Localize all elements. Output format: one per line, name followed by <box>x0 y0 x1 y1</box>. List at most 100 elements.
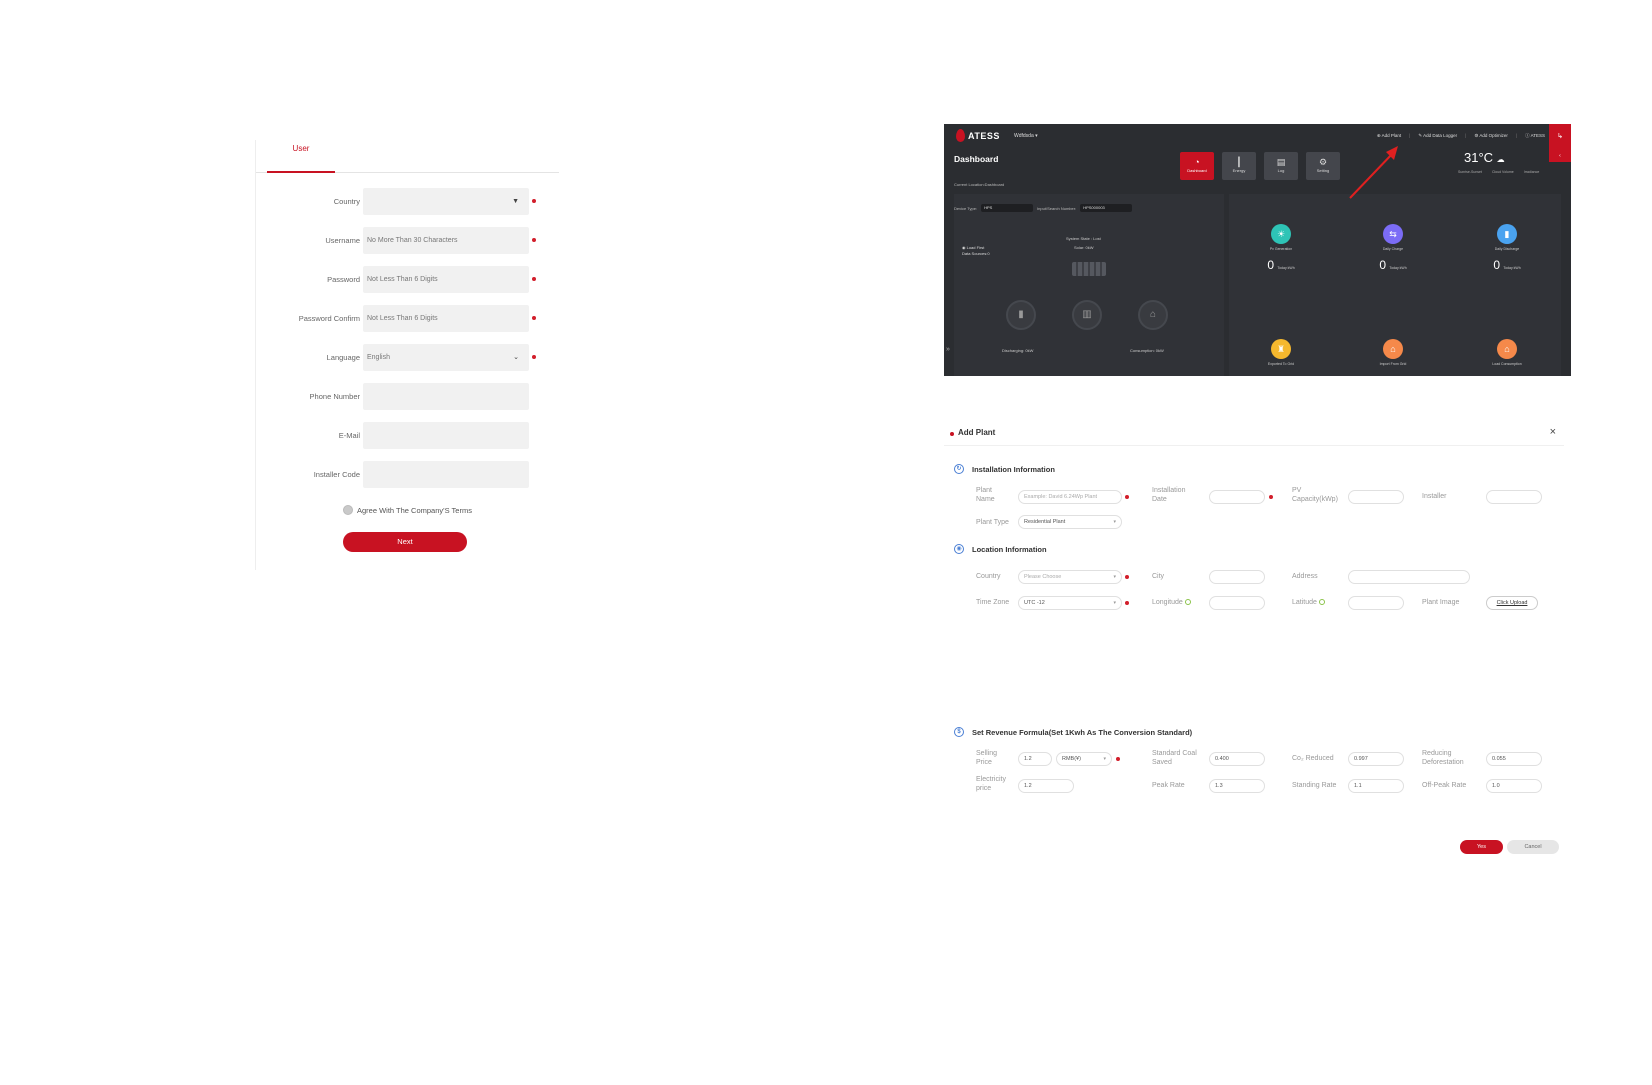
add-data-logger-link[interactable]: ✎ Add Data Logger <box>1418 133 1457 139</box>
plant-type-select[interactable]: Residential Plant ▾ <box>1018 515 1122 529</box>
top-bar: ATESS Wdfdsda ▾ ⊕ Add Plant | ✎ Add Data… <box>944 124 1571 162</box>
close-icon[interactable]: × <box>1550 426 1556 438</box>
password-row: Password Not Less Than 6 Digits <box>256 266 561 293</box>
chevron-down-icon: ⌄ <box>513 354 519 361</box>
deforestation-label: Reducing Deforestation <box>1422 750 1464 766</box>
required-dot <box>1125 575 1129 579</box>
nav-log[interactable]: ▤ Log <box>1264 152 1298 180</box>
chevron-down-icon: ▾ <box>1113 600 1116 606</box>
next-button[interactable]: Next <box>343 532 467 552</box>
password-input[interactable]: Not Less Than 6 Digits <box>363 266 529 293</box>
caret-down-icon: ▼ <box>512 198 519 205</box>
deforestation-input[interactable]: 0.055 <box>1486 752 1542 766</box>
nav-buttons: ◔ Dashboard ┃ Energy ▤ Log ⚙ Setting <box>1180 152 1340 180</box>
timezone-select[interactable]: UTC -12 ▾ <box>1018 596 1122 610</box>
user-menu[interactable]: Wdfdsda ▾ <box>1014 133 1038 139</box>
installer-code-input[interactable] <box>363 461 529 488</box>
cloud-sun-icon: ☁ <box>1496 155 1505 164</box>
standing-rate-label: Standing Rate <box>1292 782 1337 789</box>
sun-icon: ☀ <box>1271 224 1291 244</box>
cancel-button[interactable]: Cancel <box>1507 840 1559 854</box>
discharging-label: Discharging: 0kW <box>1002 348 1034 353</box>
language-select[interactable]: English ⌄ <box>363 344 529 371</box>
stat-import-from-grid: ⌂ Import From Grid <box>1358 339 1428 366</box>
installer-code-label: Installer Code <box>313 470 360 479</box>
selling-price-input[interactable]: 1.2 <box>1018 752 1052 766</box>
system-state: System State : Lost Solar: 0kW <box>1066 236 1101 250</box>
gear-icon: ⚙ <box>1318 157 1328 167</box>
phone-row: Phone Number <box>256 383 561 410</box>
latitude-input[interactable] <box>1348 596 1404 610</box>
address-label: Address <box>1292 573 1318 580</box>
tab-bar: User <box>256 140 559 173</box>
password-label: Password <box>327 275 360 284</box>
logout-icon[interactable]: ↳ <box>1549 124 1571 150</box>
breadcrumb: Current Location:Dashboard <box>954 182 1005 187</box>
expand-icon[interactable]: » <box>946 346 950 353</box>
red-arrow-pointer <box>1349 146 1398 199</box>
tab-user[interactable]: User <box>267 140 335 173</box>
device-type-select[interactable]: HPS <box>981 204 1034 212</box>
click-upload-button[interactable]: Click Upload <box>1486 596 1538 610</box>
password-confirm-label: Password Confirm <box>298 314 360 323</box>
atess-link[interactable]: ⓘ ATESS <box>1525 133 1545 139</box>
standing-rate-input[interactable]: 1.1 <box>1348 779 1404 793</box>
language-row: Language English ⌄ <box>256 344 561 371</box>
email-input[interactable] <box>363 422 529 449</box>
dashboard-preview: ATESS Wdfdsda ▾ ⊕ Add Plant | ✎ Add Data… <box>944 124 1571 376</box>
stat-daily-charge: ⇆ Daily Charge 0 Today kWh <box>1358 224 1428 272</box>
title-dot <box>950 432 954 436</box>
country-select[interactable]: Please Choose ▾ <box>1018 570 1122 584</box>
offpeak-rate-input[interactable]: 1.0 <box>1486 779 1542 793</box>
agree-checkbox[interactable] <box>343 505 353 515</box>
standard-coal-label: Standard Coal Saved <box>1152 750 1197 766</box>
tower-icon: ♜ <box>1271 339 1291 359</box>
yes-button[interactable]: Yes <box>1460 840 1503 854</box>
standard-coal-input[interactable]: 0.400 <box>1209 752 1265 766</box>
location-section: ◉ Location Information <box>954 544 1047 554</box>
add-plant-link[interactable]: ⊕ Add Plant <box>1377 133 1401 139</box>
installer-input[interactable] <box>1486 490 1542 504</box>
offpeak-rate-label: Off-Peak Rate <box>1422 782 1467 789</box>
plant-name-input[interactable]: Example: David 6.24Wp Plant <box>1018 490 1122 504</box>
collapse-icon[interactable]: ‹ <box>1549 150 1571 162</box>
username-input[interactable]: No More Than 30 Characters <box>363 227 529 254</box>
installation-date-input[interactable] <box>1209 490 1265 504</box>
country-select[interactable]: ▼ <box>363 188 529 215</box>
password-confirm-input[interactable]: Not Less Than 6 Digits <box>363 305 529 332</box>
phone-input[interactable] <box>363 383 529 410</box>
log-icon: ▤ <box>1276 157 1286 167</box>
required-dot <box>1269 495 1273 499</box>
chevron-down-icon: ▾ <box>1103 756 1106 762</box>
longitude-input[interactable] <box>1209 596 1265 610</box>
inverter-icon: ▥ <box>1072 300 1102 330</box>
pv-capacity-input[interactable] <box>1348 490 1404 504</box>
required-dot <box>532 316 536 320</box>
electricity-price-input[interactable]: 1.2 <box>1018 779 1074 793</box>
longitude-label: Longitude <box>1152 598 1191 607</box>
password-confirm-row: Password Confirm Not Less Than 6 Digits <box>256 305 561 332</box>
add-optimizer-link[interactable]: ⚙ Add Optimizer <box>1474 133 1508 139</box>
registration-form: User Country ▼ Username No More Than 30 … <box>255 140 560 570</box>
stat-daily-discharge: ▮ Daily Discharge 0 Today kWh <box>1472 224 1542 272</box>
stat-exported-to-grid: ♜ Exported To Grid <box>1246 339 1316 366</box>
temperature: 31°C ☁ <box>1464 150 1505 165</box>
search-number-select[interactable]: HPS000003 <box>1080 204 1133 212</box>
install-icon: ↻ <box>954 464 964 474</box>
installation-date-label: Installation Date <box>1152 487 1186 503</box>
nav-dashboard[interactable]: ◔ Dashboard <box>1180 152 1214 180</box>
agree-terms[interactable]: Agree With The Company'S Terms <box>343 505 472 515</box>
co2-reduced-input[interactable]: 0.997 <box>1348 752 1404 766</box>
pv-capacity-label: PV Capacity(kWp) <box>1292 487 1338 503</box>
peak-rate-label: Peak Rate <box>1152 782 1185 789</box>
peak-rate-input[interactable]: 1.3 <box>1209 779 1265 793</box>
nav-setting[interactable]: ⚙ Setting <box>1306 152 1340 180</box>
charge-icon: ⇆ <box>1383 224 1403 244</box>
address-input[interactable] <box>1348 570 1470 584</box>
nav-energy[interactable]: ┃ Energy <box>1222 152 1256 180</box>
top-links: ⊕ Add Plant | ✎ Add Data Logger | ⚙ Add … <box>1376 133 1545 139</box>
currency-select[interactable]: RMB(¥) ▾ <box>1056 752 1112 766</box>
stat-load-consumption: ⌂ Load Consumption <box>1472 339 1542 366</box>
co2-reduced-label: Co₂ Reduced <box>1292 755 1334 762</box>
city-input[interactable] <box>1209 570 1265 584</box>
